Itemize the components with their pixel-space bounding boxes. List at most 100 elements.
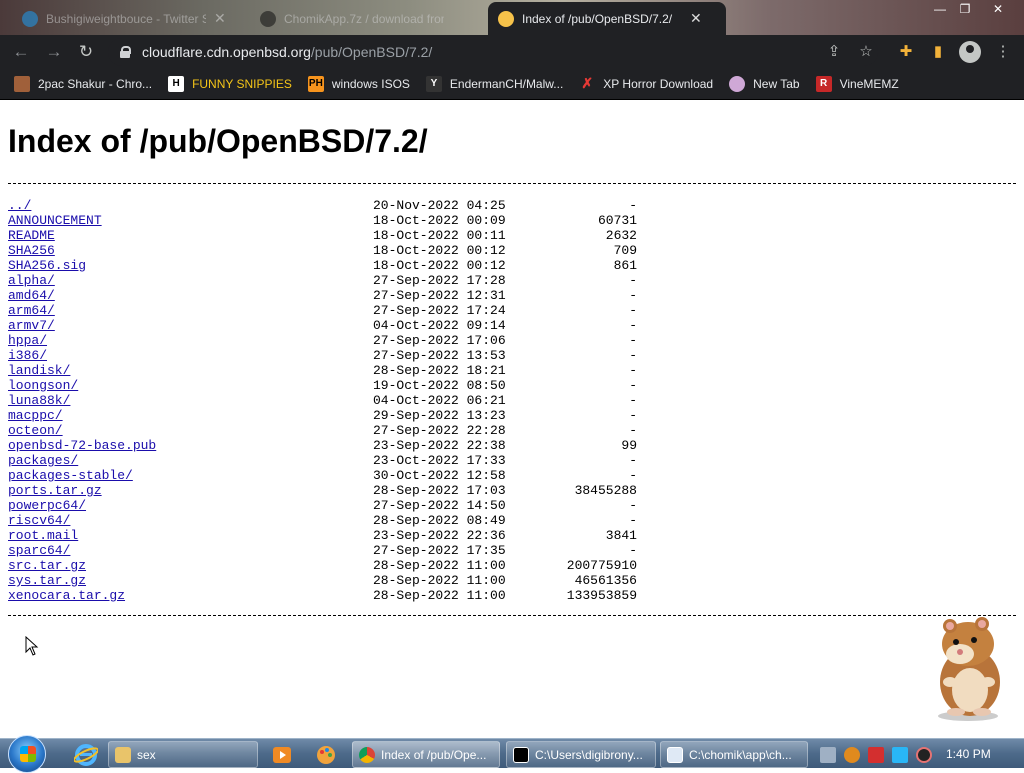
file-link[interactable]: macppc/ xyxy=(8,408,63,423)
volume-icon[interactable] xyxy=(916,746,932,763)
file-date: 19-Oct-2022 08:50 xyxy=(373,378,506,393)
back-arrow-icon[interactable]: ← xyxy=(10,41,32,63)
restore-icon[interactable]: ❐ xyxy=(955,2,975,18)
bookmark-star-icon[interactable]: ☆ xyxy=(856,42,876,62)
file-link[interactable]: amd64/ xyxy=(8,288,55,303)
flag-icon[interactable] xyxy=(868,746,884,763)
7zip-icon xyxy=(513,746,529,763)
taskbar-item-7zip[interactable]: C:\Users\digibrony... xyxy=(506,741,656,768)
share-icon[interactable]: ⇪ xyxy=(824,42,844,62)
file-link[interactable]: arm64/ xyxy=(8,303,55,318)
bookmark-label: FUNNY SNIPPIES xyxy=(192,76,292,91)
reload-icon[interactable]: ↻ xyxy=(75,41,97,63)
tab-chomikapp[interactable]: ChomikApp.7z / download from xyxy=(250,2,486,35)
close-icon[interactable]: ✕ xyxy=(690,10,702,27)
file-link[interactable]: ANNOUNCEMENT xyxy=(8,213,102,228)
tab-title: Index of /pub/OpenBSD/7.2/ xyxy=(522,11,673,26)
file-date: 29-Sep-2022 13:23 xyxy=(373,408,506,423)
window-close-icon[interactable]: ✕ xyxy=(988,2,1008,18)
file-link[interactable]: landisk/ xyxy=(8,363,70,378)
file-size: - xyxy=(629,363,637,378)
profile-avatar-icon[interactable] xyxy=(959,41,981,63)
x-logo-icon: ✗ xyxy=(581,75,594,91)
search-tray-icon[interactable] xyxy=(844,746,860,763)
file-size: - xyxy=(629,543,637,558)
side-panel-icon[interactable]: ▮ xyxy=(928,42,948,62)
file-size: 2632 xyxy=(605,228,637,243)
file-link[interactable]: i386/ xyxy=(8,348,47,363)
file-size: - xyxy=(629,453,637,468)
internet-explorer-icon[interactable] xyxy=(66,742,106,767)
file-date: 27-Sep-2022 12:31 xyxy=(373,288,506,303)
file-link[interactable]: ports.tar.gz xyxy=(8,483,102,498)
file-size: - xyxy=(629,468,637,483)
chrome-icon xyxy=(359,746,375,763)
monitor-icon[interactable] xyxy=(892,746,908,763)
network-icon[interactable] xyxy=(820,746,836,763)
bookmark-item[interactable]: PH windows ISOS xyxy=(307,75,410,92)
file-link[interactable]: powerpc64/ xyxy=(8,498,86,513)
forward-arrow-icon[interactable]: → xyxy=(43,41,65,63)
file-date: 27-Sep-2022 13:53 xyxy=(373,348,506,363)
file-date: 27-Sep-2022 17:35 xyxy=(373,543,506,558)
file-date: 28-Sep-2022 17:03 xyxy=(373,483,506,498)
file-link[interactable]: src.tar.gz xyxy=(8,558,86,573)
file-date: 23-Sep-2022 22:36 xyxy=(373,528,506,543)
bookmark-item[interactable]: Y EndermanCH/Malw... xyxy=(425,75,564,92)
file-date: 30-Oct-2022 12:58 xyxy=(373,468,506,483)
bookmark-item[interactable]: 2pac Shakur - Chro... xyxy=(14,75,153,92)
bookmark-item[interactable]: R VineMEMZ xyxy=(815,75,899,92)
file-link[interactable]: alpha/ xyxy=(8,273,55,288)
taskbar-item-folder[interactable]: sex xyxy=(108,741,258,768)
file-date: 18-Oct-2022 00:11 xyxy=(373,228,506,243)
file-link[interactable]: README xyxy=(8,228,55,243)
file-link[interactable]: xenocara.tar.gz xyxy=(8,588,125,603)
paint-palette-icon[interactable] xyxy=(306,742,346,767)
file-link[interactable]: packages/ xyxy=(8,453,78,468)
close-icon[interactable]: ✕ xyxy=(214,10,226,27)
file-date: 04-Oct-2022 09:14 xyxy=(373,318,506,333)
file-link[interactable]: loongson/ xyxy=(8,378,78,393)
address-bar[interactable]: cloudflare.cdn.openbsd.org/pub/OpenBSD/7… xyxy=(108,38,878,66)
minimize-icon[interactable]: — xyxy=(930,2,950,18)
file-size: - xyxy=(629,513,637,528)
taskbar-clock[interactable]: 1:40 PM xyxy=(946,747,991,761)
bookmark-item[interactable]: ✗ XP Horror Download xyxy=(579,75,713,92)
file-date: 28-Sep-2022 08:49 xyxy=(373,513,506,528)
bookmark-label: EndermanCH/Malw... xyxy=(449,76,564,91)
file-date: 28-Sep-2022 11:00 xyxy=(373,558,506,573)
file-date: 27-Sep-2022 17:28 xyxy=(373,273,506,288)
file-date: 27-Sep-2022 22:28 xyxy=(373,423,506,438)
tab-twitter[interactable]: Bushigiweightbouce - Twitter Se ✕ xyxy=(12,2,248,35)
file-link[interactable]: hppa/ xyxy=(8,333,47,348)
bookmark-label: 2pac Shakur - Chro... xyxy=(38,76,153,91)
file-size: - xyxy=(629,378,637,393)
file-link[interactable]: sparc64/ xyxy=(8,543,70,558)
extensions-puzzle-icon[interactable]: ✚ xyxy=(896,42,916,62)
file-link[interactable]: ../ xyxy=(8,198,31,213)
tab-openbsd-index[interactable]: Index of /pub/OpenBSD/7.2/ ✕ xyxy=(488,2,726,35)
globe-icon xyxy=(729,75,746,92)
file-date: 27-Sep-2022 14:50 xyxy=(373,498,506,513)
file-link[interactable]: riscv64/ xyxy=(8,513,70,528)
menu-kebab-icon[interactable]: ⋮ xyxy=(993,42,1013,62)
file-date: 27-Sep-2022 17:24 xyxy=(373,303,506,318)
taskbar-item-explorer-window[interactable]: C:\chomik\app\ch... xyxy=(660,741,808,768)
file-link[interactable]: octeon/ xyxy=(8,423,63,438)
file-link[interactable]: openbsd-72-base.pub xyxy=(8,438,156,453)
taskbar-item-chrome[interactable]: Index of /pub/Ope... xyxy=(352,741,500,768)
file-link[interactable]: SHA256.sig xyxy=(8,258,86,273)
browser-tab-strip: Bushigiweightbouce - Twitter Se ✕ Chomik… xyxy=(0,0,1024,35)
page-content: Index of /pub/OpenBSD/7.2/ ../ 20-Nov-202… xyxy=(0,101,1024,738)
bookmark-item[interactable]: New Tab xyxy=(729,75,800,92)
file-link[interactable]: root.mail xyxy=(8,528,78,543)
file-date: 28-Sep-2022 18:21 xyxy=(373,363,506,378)
media-player-icon[interactable] xyxy=(262,742,302,767)
bookmark-item[interactable]: H FUNNY SNIPPIES xyxy=(168,75,292,92)
file-link[interactable]: luna88k/ xyxy=(8,393,70,408)
file-link[interactable]: armv7/ xyxy=(8,318,55,333)
start-button[interactable] xyxy=(8,735,46,773)
file-link[interactable]: sys.tar.gz xyxy=(8,573,86,588)
file-link[interactable]: packages-stable/ xyxy=(8,468,133,483)
file-link[interactable]: SHA256 xyxy=(8,243,55,258)
